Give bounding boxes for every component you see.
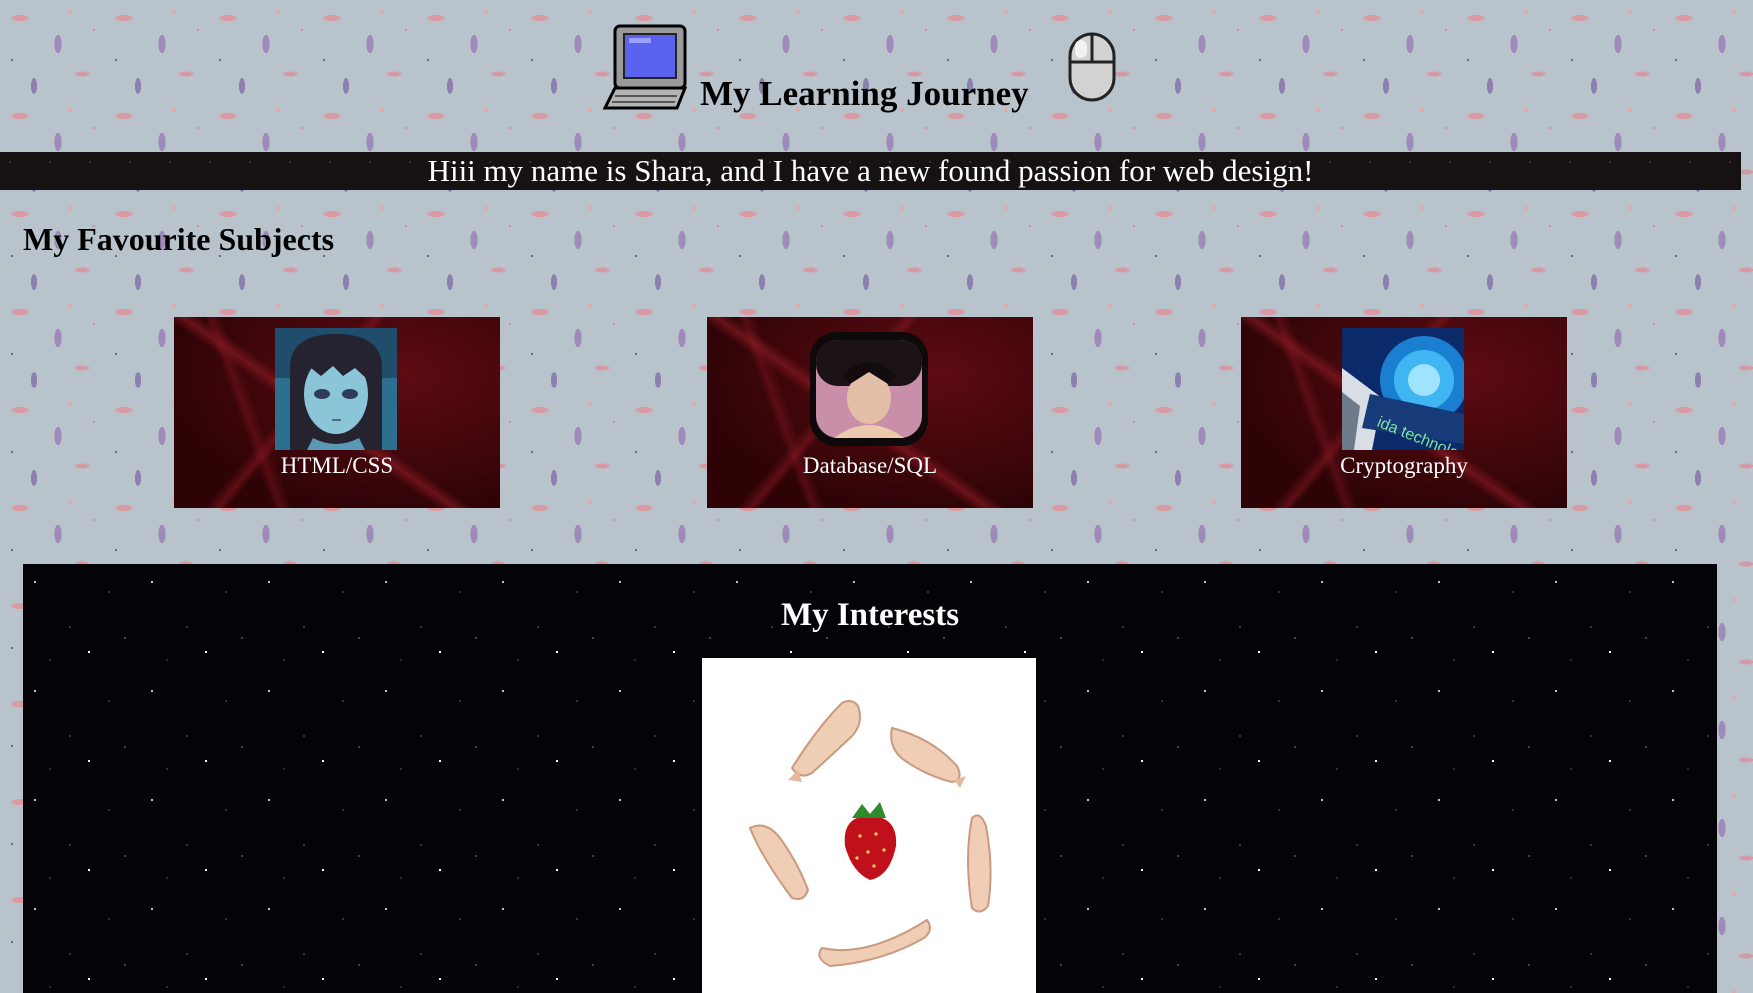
anime-girl-portrait-image xyxy=(275,328,397,450)
header: My Learning Journey xyxy=(0,0,1753,150)
technology-globe-image: ida technolo xyxy=(1342,328,1464,450)
intro-banner: Hiii my name is Shara, and I have a new … xyxy=(0,152,1741,190)
subject-label: HTML/CSS xyxy=(280,453,394,478)
laptop-icon xyxy=(602,24,689,112)
subject-card-cryptography[interactable]: ida technolo Cryptography xyxy=(1241,317,1567,508)
page-title: My Learning Journey xyxy=(700,74,1029,113)
hands-strawberry-image xyxy=(702,658,1036,993)
intro-text: Hiii my name is Shara, and I have a new … xyxy=(427,153,1314,188)
subject-card-html-css[interactable]: HTML/CSS xyxy=(174,317,500,508)
interests-title: My Interests xyxy=(780,597,960,633)
retro-crt-portrait-image xyxy=(808,328,930,450)
subject-card-database-sql[interactable]: Database/SQL xyxy=(707,317,1033,508)
subjects-heading: My Favourite Subjects xyxy=(23,221,335,257)
computer-mouse-icon xyxy=(1066,30,1118,104)
subject-label: Cryptography xyxy=(1340,453,1468,478)
interests-section: My Interests xyxy=(23,564,1717,993)
subject-label: Database/SQL xyxy=(802,453,938,478)
